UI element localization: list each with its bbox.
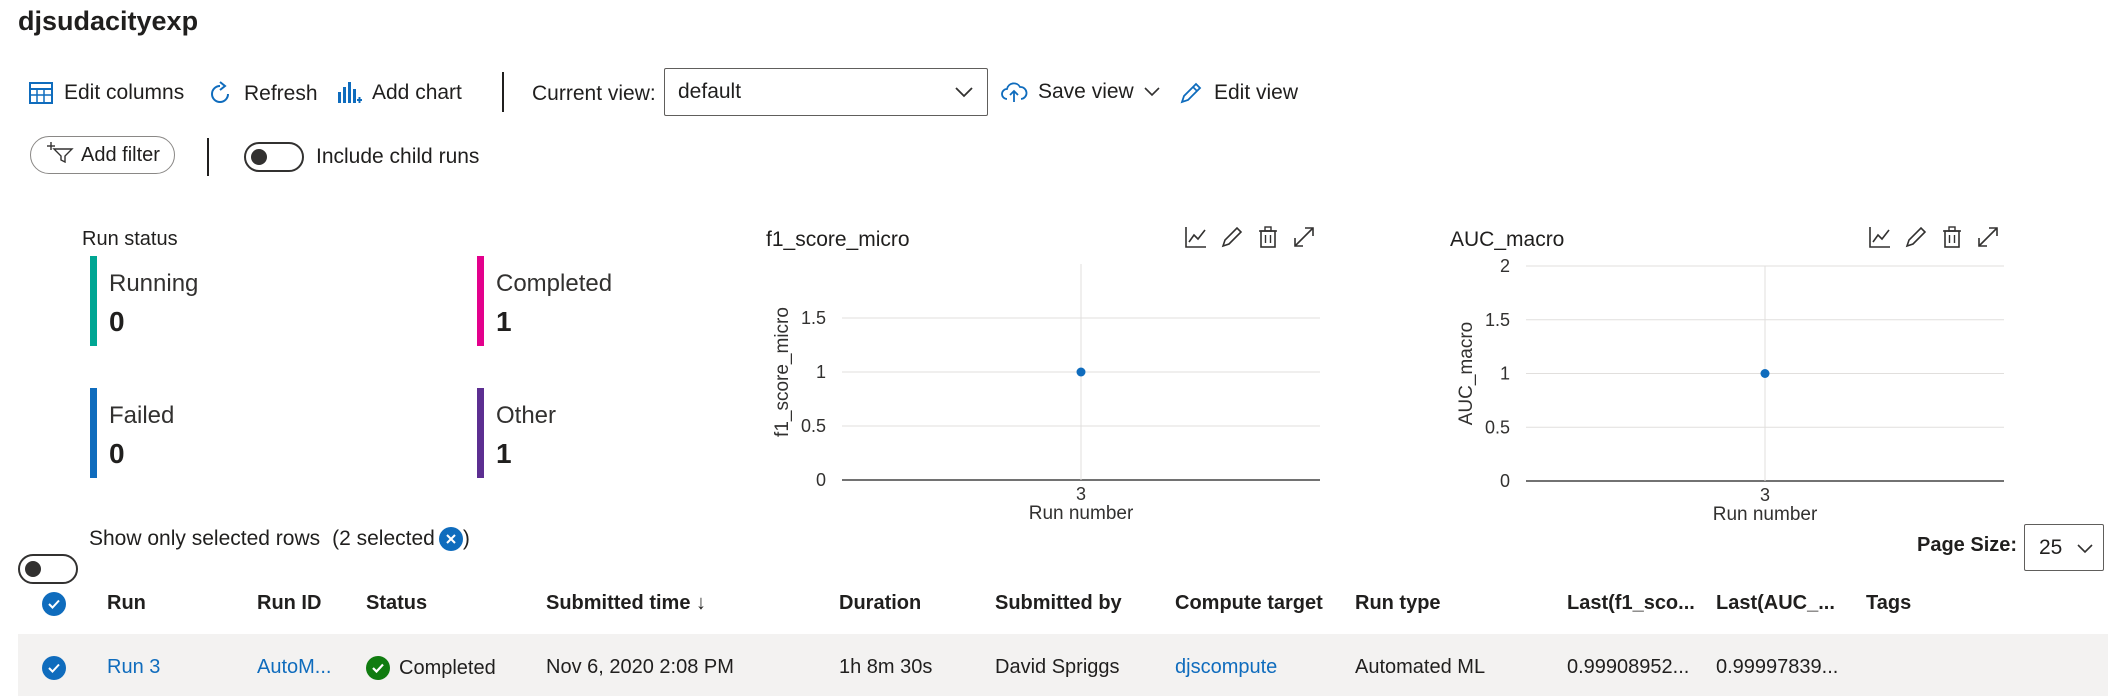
column-header-run-type[interactable]: Run type [1355,592,1441,615]
status-cell: Completed [366,656,496,680]
run-id-link[interactable]: AutoM... [257,656,331,679]
run-link[interactable]: Run 3 [107,656,160,679]
run-type-cell: Automated ML [1355,656,1486,678]
clear-selection-icon[interactable] [438,527,463,551]
y-tick-label: 0.5 [1485,417,1510,437]
selected-count-close: ) [462,527,470,550]
y-tick-label: 1.5 [1485,310,1510,330]
last-auc-cell: 0.99997839... [1716,656,1839,678]
last-f1-cell: 0.99908952... [1567,656,1690,678]
column-header-last-f1[interactable]: Last(f1_sco... [1567,592,1695,615]
column-header-compute-target[interactable]: Compute target [1175,592,1323,615]
y-tick-label: 0 [1500,471,1510,491]
show-only-selected-toggle[interactable] [18,554,78,584]
x-tick-label: 3 [1760,485,1770,505]
submitted-by-cell: David Spriggs [995,656,1120,678]
column-header-run-id[interactable]: Run ID [257,592,321,615]
selected-count: (2 selected [332,527,435,550]
chevron-down-icon [2077,536,2093,560]
success-check-icon [366,656,390,680]
row-checkbox[interactable] [42,656,66,680]
column-header-duration[interactable]: Duration [839,592,921,615]
show-only-selected-label: Show only selected rows [89,527,321,550]
data-point [1760,369,1770,378]
y-tick-label: 2 [1500,256,1510,276]
status-text: Completed [399,656,496,679]
x-axis-title: Run number [1713,504,1818,525]
column-header-last-auc[interactable]: Last(AUC_... [1716,592,1835,615]
select-all-checkbox[interactable] [42,592,66,616]
page-size-value: 25 [2039,535,2063,559]
column-header-status[interactable]: Status [366,592,427,615]
y-tick-label: 1 [1500,364,1510,384]
page-size-label: Page Size: [1917,534,2018,556]
column-header-submitted-time[interactable]: Submitted time ↓ [546,592,706,615]
column-header-submitted-by[interactable]: Submitted by [995,592,1122,615]
y-axis-title: AUC_macro [1456,322,1477,425]
duration-cell: 1h 8m 30s [839,656,933,678]
column-header-run[interactable]: Run [107,592,146,615]
selection-summary: Show only selected rows (2 selected ) [89,527,470,551]
page-size-dropdown[interactable]: 25 [2024,524,2104,571]
submitted-time-cell: Nov 6, 2020 2:08 PM [546,656,734,678]
column-header-tags[interactable]: Tags [1866,592,1911,615]
compute-target-link[interactable]: djscompute [1175,656,1277,679]
